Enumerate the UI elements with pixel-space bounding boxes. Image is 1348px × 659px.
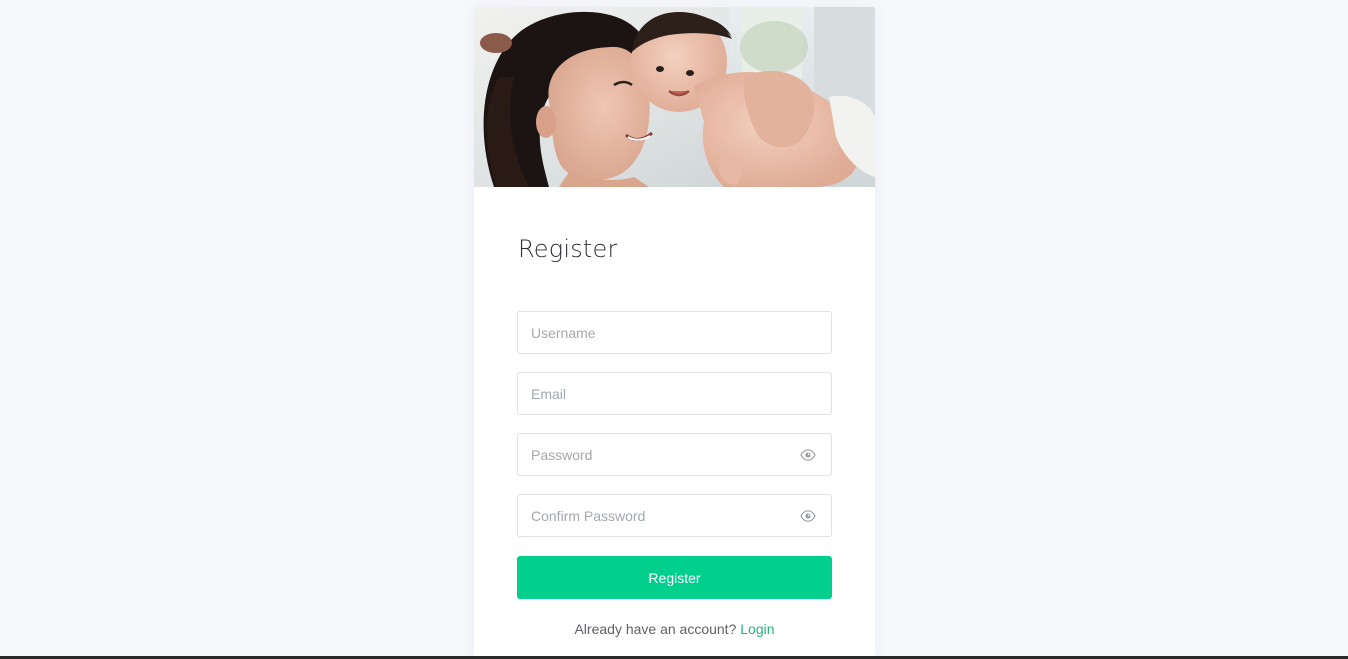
confirm-password-field-wrapper [517,494,832,537]
email-input[interactable] [518,373,831,414]
login-prompt-text: Already have an account? [574,621,737,637]
password-field-wrapper [517,433,832,476]
mother-and-baby-photo [474,7,875,187]
eye-icon[interactable] [800,509,816,523]
eye-icon[interactable] [800,448,816,462]
username-input[interactable] [518,312,831,353]
login-link[interactable]: Login [740,621,774,637]
login-prompt: Already have an account? Login [517,621,832,637]
confirm-password-input[interactable] [518,495,831,536]
register-card: Register Username Email Register Already… [474,7,875,659]
page-title: Register [518,235,618,263]
hero-image [474,7,875,187]
register-page: Register Username Email Register Already… [0,0,1348,659]
password-input[interactable] [518,434,831,475]
register-button[interactable]: Register [517,556,832,599]
username-field-wrapper [517,311,832,354]
email-field-wrapper [517,372,832,415]
